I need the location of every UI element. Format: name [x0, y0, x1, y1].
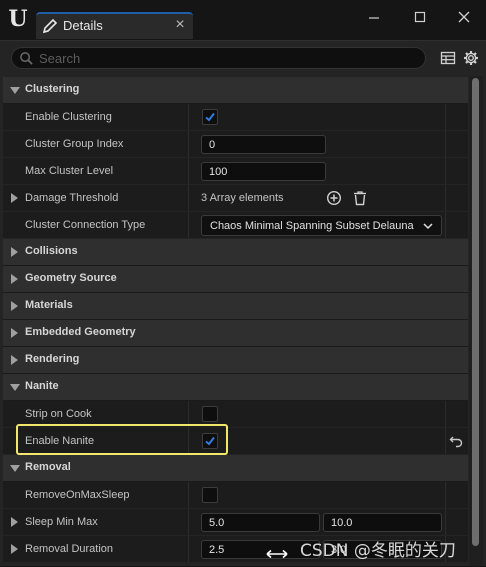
highlight-box	[16, 424, 228, 455]
category-removal[interactable]: Removal	[3, 455, 468, 482]
sleep-max-field[interactable]: 10.0	[323, 513, 442, 532]
property-row-damage-threshold: Damage Threshold 3 Array elements	[3, 185, 468, 212]
chevron-down-icon	[423, 223, 433, 230]
property-label: Enable Clustering	[25, 111, 112, 123]
category-label: Nanite	[25, 380, 59, 392]
search-bar[interactable]	[11, 47, 426, 69]
minimize-icon	[369, 17, 379, 19]
expand-arrow-icon[interactable]	[11, 301, 18, 311]
search-icon	[20, 52, 33, 65]
category-embedded-geometry[interactable]: Embedded Geometry	[3, 320, 468, 347]
category-rendering[interactable]: Rendering	[3, 347, 468, 374]
vertical-scrollbar[interactable]	[469, 76, 483, 566]
category-clustering[interactable]: Clustering	[3, 77, 468, 104]
resize-cursor-icon	[266, 549, 288, 559]
property-label: Cluster Group Index	[25, 138, 124, 150]
category-label: Geometry Source	[25, 272, 117, 284]
expand-arrow-icon[interactable]	[10, 384, 20, 391]
category-geometry-source[interactable]: Geometry Source	[3, 266, 468, 293]
gear-icon[interactable]	[463, 50, 479, 66]
details-panel: Clustering Enable Clustering Cluster Gro…	[0, 40, 486, 566]
strip-on-cook-checkbox[interactable]	[202, 406, 218, 422]
unreal-logo-icon: U	[8, 6, 28, 32]
table-view-icon[interactable]	[440, 50, 456, 66]
minimize-button[interactable]	[362, 8, 386, 32]
category-materials[interactable]: Materials	[3, 293, 468, 320]
property-label: Max Cluster Level	[25, 165, 114, 177]
property-row-cluster-connection-type: Cluster Connection Type Chaos Minimal Sp…	[3, 212, 468, 239]
category-collisions[interactable]: Collisions	[3, 239, 468, 266]
property-row-enable-clustering: Enable Clustering	[3, 104, 468, 131]
trash-icon[interactable]	[352, 190, 368, 206]
property-label: Sleep Min Max	[25, 516, 98, 528]
maximize-icon	[414, 11, 426, 23]
watermark-text: CSDN @冬眠的关刀	[300, 541, 456, 561]
expand-arrow-icon[interactable]	[11, 193, 18, 203]
max-cluster-level-field[interactable]: 100	[201, 162, 326, 181]
property-row-sleep-min-max: Sleep Min Max 5.0 10.0	[3, 509, 468, 536]
cluster-group-index-field[interactable]: 0	[201, 135, 326, 154]
property-row-max-cluster-level: Max Cluster Level 100	[3, 158, 468, 185]
array-count: 3 Array elements	[201, 192, 284, 204]
expand-arrow-icon[interactable]	[10, 87, 20, 94]
property-list: Clustering Enable Clustering Cluster Gro…	[3, 77, 468, 567]
dropdown-value: Chaos Minimal Spanning Subset Delauna	[210, 220, 414, 232]
category-label: Embedded Geometry	[25, 326, 136, 338]
expand-arrow-icon[interactable]	[11, 517, 18, 527]
category-label: Removal	[25, 461, 71, 473]
title-bar: U Details ×	[0, 0, 486, 40]
scrollbar-thumb[interactable]	[472, 78, 479, 546]
category-label: Materials	[25, 299, 73, 311]
property-label: Removal Duration	[25, 543, 114, 555]
expand-arrow-icon[interactable]	[10, 465, 20, 472]
close-icon	[458, 11, 470, 23]
property-row-remove-on-max-sleep: RemoveOnMaxSleep	[3, 482, 468, 509]
tab-label: Details	[63, 18, 103, 33]
property-label: Cluster Connection Type	[25, 219, 146, 231]
search-input[interactable]	[39, 50, 419, 67]
remove-on-max-sleep-checkbox[interactable]	[202, 487, 218, 503]
reset-to-default-icon[interactable]	[449, 434, 463, 448]
checkmark-icon	[205, 112, 215, 122]
maximize-button[interactable]	[408, 8, 432, 32]
cluster-connection-type-dropdown[interactable]: Chaos Minimal Spanning Subset Delauna	[201, 215, 442, 236]
category-label: Collisions	[25, 245, 78, 257]
property-label: RemoveOnMaxSleep	[25, 489, 130, 501]
property-label: Damage Threshold	[25, 192, 119, 204]
expand-arrow-icon[interactable]	[11, 544, 18, 554]
close-window-button[interactable]	[452, 8, 476, 32]
enable-clustering-checkbox[interactable]	[202, 109, 218, 125]
property-label: Strip on Cook	[25, 408, 92, 420]
category-label: Clustering	[25, 83, 80, 95]
expand-arrow-icon[interactable]	[11, 355, 18, 365]
pencil-icon	[42, 18, 58, 34]
category-nanite[interactable]: Nanite	[3, 374, 468, 401]
expand-arrow-icon[interactable]	[11, 328, 18, 338]
add-element-icon[interactable]	[326, 190, 342, 206]
close-tab-icon[interactable]: ×	[173, 17, 187, 33]
expand-arrow-icon[interactable]	[11, 247, 18, 257]
sleep-min-field[interactable]: 5.0	[201, 513, 320, 532]
expand-arrow-icon[interactable]	[11, 274, 18, 284]
category-label: Rendering	[25, 353, 80, 365]
tab-details[interactable]: Details ×	[36, 12, 193, 39]
property-row-cluster-group-index: Cluster Group Index 0	[3, 131, 468, 158]
